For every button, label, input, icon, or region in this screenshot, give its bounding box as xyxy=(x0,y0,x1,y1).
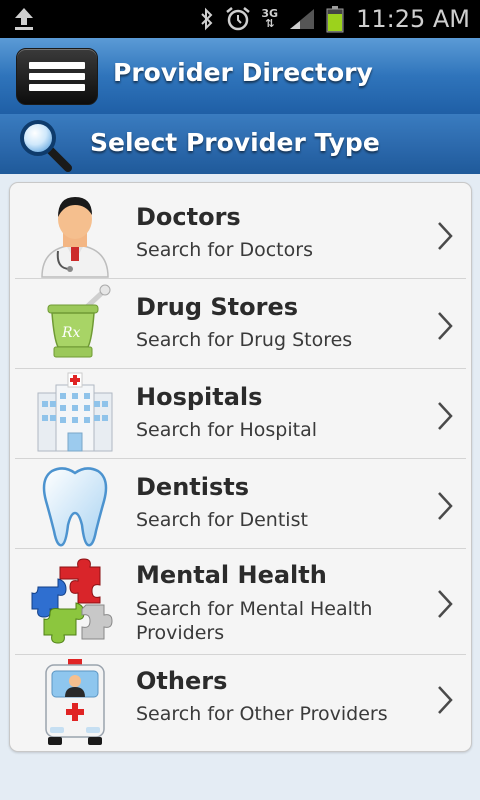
status-time: 11:25 AM xyxy=(356,5,470,33)
item-subtitle: Search for Doctors xyxy=(136,239,313,261)
svg-text:Rx: Rx xyxy=(61,325,81,341)
item-title: Drug Stores xyxy=(136,293,299,321)
list-item-hospitals[interactable]: Hospitals Search for Hospital xyxy=(10,369,471,459)
item-subtitle: Search for Other Providers xyxy=(136,703,388,725)
item-title: Dentists xyxy=(136,473,250,501)
item-title: Hospitals xyxy=(136,383,263,411)
chevron-right-icon xyxy=(438,222,453,250)
item-title: Others xyxy=(136,667,228,695)
chevron-right-icon xyxy=(438,402,453,430)
tooth-icon xyxy=(42,467,108,547)
ambulance-icon xyxy=(45,659,105,745)
list-item-others[interactable]: Others Search for Other Providers xyxy=(10,655,471,751)
chevron-right-icon xyxy=(438,686,453,714)
item-subtitle: Search for Hospital xyxy=(136,419,318,441)
list-item-doctors[interactable]: Doctors Search for Doctors xyxy=(10,183,471,279)
chevron-right-icon xyxy=(438,492,453,520)
section-title: Select Provider Type xyxy=(90,128,380,157)
hamburger-bar xyxy=(29,73,85,80)
list-item-dentists[interactable]: Dentists Search for Dentist xyxy=(10,459,471,549)
status-bar: 3G ⇅ 11:25 AM xyxy=(0,0,480,38)
alarm-icon xyxy=(226,7,251,31)
puzzle-icon xyxy=(31,558,113,644)
item-title: Mental Health xyxy=(136,561,327,589)
doctor-icon xyxy=(41,197,109,278)
item-title: Doctors xyxy=(136,203,241,231)
hamburger-bar xyxy=(29,84,85,91)
list-item-drug-stores[interactable]: Rx Drug Stores Search for Drug Stores xyxy=(10,279,471,369)
item-subtitle: Search for Drug Stores xyxy=(136,329,353,351)
network-3g-icon: 3G ⇅ xyxy=(261,7,279,30)
app-header: Provider Directory xyxy=(0,38,480,115)
item-subtitle: Search for Mental Health Providers xyxy=(136,598,373,644)
bluetooth-icon xyxy=(201,7,213,31)
item-subtitle: Search for Dentist xyxy=(136,509,308,531)
pharmacy-mortar-icon: Rx xyxy=(47,284,111,358)
menu-button[interactable] xyxy=(16,48,98,105)
chevron-right-icon xyxy=(438,312,453,340)
list-item-mental-health[interactable]: Mental Health Search for Mental Health P… xyxy=(10,549,471,655)
battery-icon xyxy=(326,6,344,33)
provider-list: Doctors Search for Doctors Rx Drug Store… xyxy=(9,182,472,752)
page-title: Provider Directory xyxy=(113,58,373,87)
section-header: Select Provider Type xyxy=(0,114,480,174)
hamburger-menu-icon xyxy=(29,62,85,69)
chevron-right-icon xyxy=(438,590,453,618)
signal-icon xyxy=(290,9,315,29)
hospital-building-icon xyxy=(37,372,113,452)
upload-icon xyxy=(15,8,33,30)
magnifier-icon xyxy=(20,120,72,172)
